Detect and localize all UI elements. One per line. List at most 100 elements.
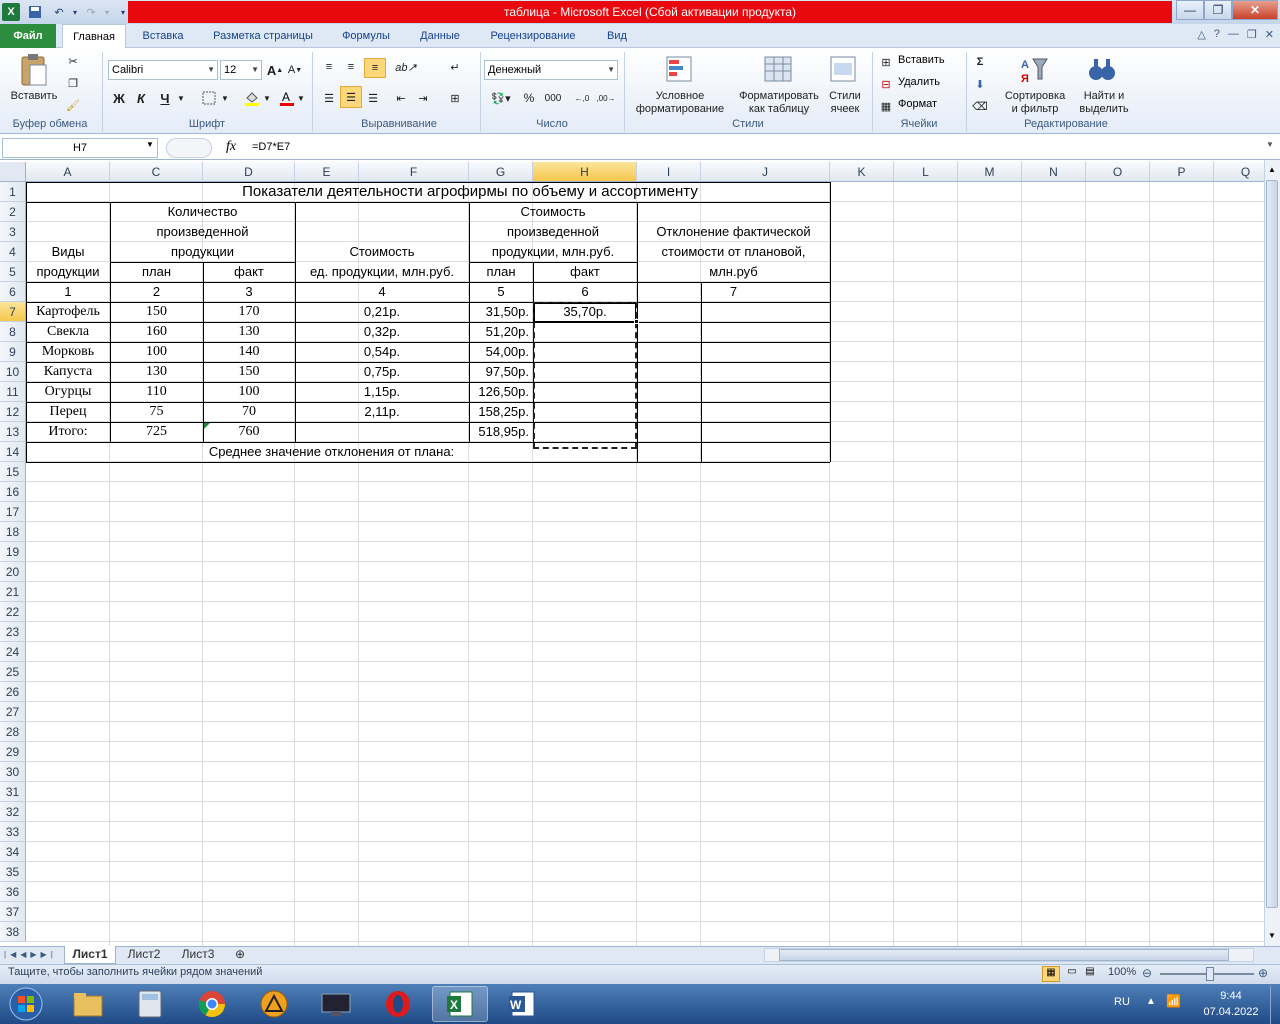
- italic-button[interactable]: К: [132, 88, 150, 108]
- align-left-icon[interactable]: ☰: [320, 88, 338, 108]
- fill-handle[interactable]: [634, 319, 639, 324]
- row-header-29[interactable]: 29: [0, 742, 26, 762]
- cell-styles-icon[interactable]: [828, 54, 860, 86]
- kmplayer-icon[interactable]: [308, 986, 364, 1022]
- row-cost-plan[interactable]: 51,20р.: [469, 322, 533, 342]
- header-kind-line1[interactable]: Виды: [26, 242, 110, 262]
- row-name[interactable]: Капуста: [26, 362, 110, 382]
- row-name[interactable]: Свекла: [26, 322, 110, 342]
- header-qty-plan[interactable]: план: [110, 262, 203, 282]
- row-header-21[interactable]: 21: [0, 582, 26, 602]
- normal-view-icon[interactable]: ▦: [1042, 966, 1060, 982]
- increase-decimal-icon[interactable]: ←,0: [572, 88, 592, 108]
- header-unit-cost-line1[interactable]: Стоимость: [295, 242, 469, 262]
- insert-cells-icon[interactable]: ⊞: [878, 54, 894, 70]
- format-cells-icon[interactable]: ▦: [878, 98, 894, 114]
- calculator-icon[interactable]: [122, 986, 178, 1022]
- column-header-A[interactable]: A: [26, 162, 110, 182]
- fill-color-dropdown-icon[interactable]: ▼: [262, 88, 272, 108]
- zoom-slider-thumb[interactable]: [1206, 967, 1214, 981]
- total-label[interactable]: Итого:: [26, 422, 110, 442]
- sort-filter-icon[interactable]: AЯ: [1018, 54, 1050, 86]
- font-color-icon[interactable]: A: [278, 88, 296, 108]
- doc-close-icon[interactable]: ✕: [1265, 28, 1274, 44]
- sort-filter-button[interactable]: Сортировка и фильтр: [1000, 90, 1070, 116]
- col-number-6[interactable]: 6: [533, 282, 637, 302]
- header-deviation-line3[interactable]: млн.руб: [637, 262, 830, 282]
- sheet-tab-2[interactable]: Лист2: [118, 946, 170, 964]
- row-header-5[interactable]: 5: [0, 262, 26, 282]
- horizontal-scroll-thumb[interactable]: [779, 949, 1229, 961]
- thousands-button[interactable]: 000: [542, 88, 564, 108]
- total-cost-plan[interactable]: 518,95р.: [469, 422, 533, 442]
- row-header-32[interactable]: 32: [0, 802, 26, 822]
- row-qty-fact[interactable]: 150: [203, 362, 295, 382]
- zoom-level[interactable]: 100%: [1108, 966, 1136, 978]
- column-header-M[interactable]: M: [958, 162, 1022, 182]
- align-top-icon[interactable]: ≡: [320, 58, 338, 76]
- format-as-table-icon[interactable]: [762, 54, 794, 86]
- row-header-11[interactable]: 11: [0, 382, 26, 402]
- header-deviation-line1[interactable]: Отклонение фактической: [637, 222, 830, 242]
- scroll-down-icon[interactable]: ▼: [1265, 928, 1279, 944]
- column-header-C[interactable]: C: [110, 162, 203, 182]
- row-header-8[interactable]: 8: [0, 322, 26, 342]
- clock-date[interactable]: 07.04.2022: [1196, 1006, 1266, 1018]
- font-color-dropdown-icon[interactable]: ▼: [296, 88, 306, 108]
- aimp-icon[interactable]: [246, 986, 302, 1022]
- borders-dropdown-icon[interactable]: ▼: [220, 88, 230, 108]
- opera-icon[interactable]: [370, 986, 426, 1022]
- row-header-6[interactable]: 6: [0, 282, 26, 302]
- row-header-27[interactable]: 27: [0, 702, 26, 722]
- tab-data[interactable]: Данные: [406, 24, 474, 48]
- header-qty-line1[interactable]: Количество: [110, 202, 295, 222]
- decrease-indent-icon[interactable]: ⇤: [392, 88, 410, 108]
- column-header-P[interactable]: P: [1150, 162, 1214, 182]
- orientation-icon[interactable]: ab↗: [394, 58, 418, 76]
- header-deviation-line2[interactable]: стоимости от плановой,: [637, 242, 830, 262]
- row-header-13[interactable]: 13: [0, 422, 26, 442]
- row-header-3[interactable]: 3: [0, 222, 26, 242]
- row-header-10[interactable]: 10: [0, 362, 26, 382]
- row-header-2[interactable]: 2: [0, 202, 26, 222]
- row-name[interactable]: Морковь: [26, 342, 110, 362]
- doc-minimize-icon[interactable]: —: [1228, 28, 1239, 44]
- header-unit-cost-line2[interactable]: ед. продукции, млн.руб.: [295, 262, 469, 282]
- font-name-combo[interactable]: Calibri ▼: [108, 60, 218, 80]
- row-qty-fact[interactable]: 140: [203, 342, 295, 362]
- row-header-30[interactable]: 30: [0, 762, 26, 782]
- clear-icon[interactable]: ⌫: [972, 98, 988, 114]
- row-header-9[interactable]: 9: [0, 342, 26, 362]
- bold-button[interactable]: Ж: [110, 88, 128, 108]
- minimize-icon[interactable]: —: [1176, 0, 1204, 20]
- copy-icon[interactable]: ❐: [64, 74, 82, 92]
- row-header-18[interactable]: 18: [0, 522, 26, 542]
- tab-insert[interactable]: Вставка: [132, 24, 194, 48]
- sheet-tab-1[interactable]: Лист1: [64, 946, 116, 964]
- row-qty-plan[interactable]: 130: [110, 362, 203, 382]
- save-icon[interactable]: [26, 3, 44, 21]
- explorer-icon[interactable]: [60, 986, 116, 1022]
- header-cost-plan[interactable]: план: [469, 262, 533, 282]
- row-header-37[interactable]: 37: [0, 902, 26, 922]
- total-qty-fact[interactable]: 760: [203, 422, 295, 442]
- insert-sheet-icon[interactable]: ⊕: [228, 946, 252, 964]
- column-header-H[interactable]: H: [533, 162, 637, 182]
- fill-color-icon[interactable]: [242, 88, 262, 108]
- select-all-corner[interactable]: [0, 162, 26, 182]
- align-middle-icon[interactable]: ≡: [342, 58, 360, 76]
- find-select-button[interactable]: Найти и выделить: [1072, 90, 1136, 116]
- row-unit-cost[interactable]: 0,54р.: [295, 342, 469, 362]
- header-cost-line3[interactable]: продукции, млн.руб.: [469, 242, 637, 262]
- find-select-icon[interactable]: [1086, 54, 1118, 86]
- name-box[interactable]: H7: [2, 138, 158, 158]
- row-header-28[interactable]: 28: [0, 722, 26, 742]
- header-cost-line1[interactable]: Стоимость: [469, 202, 637, 222]
- row-qty-fact[interactable]: 70: [203, 402, 295, 422]
- autosum-icon[interactable]: Σ: [972, 54, 988, 70]
- row-qty-fact[interactable]: 170: [203, 302, 295, 322]
- underline-dropdown-icon[interactable]: ▼: [176, 88, 186, 108]
- row-name[interactable]: Картофель: [26, 302, 110, 322]
- format-cells-button[interactable]: Формат: [898, 98, 962, 114]
- page-break-view-icon[interactable]: ▤: [1082, 966, 1098, 982]
